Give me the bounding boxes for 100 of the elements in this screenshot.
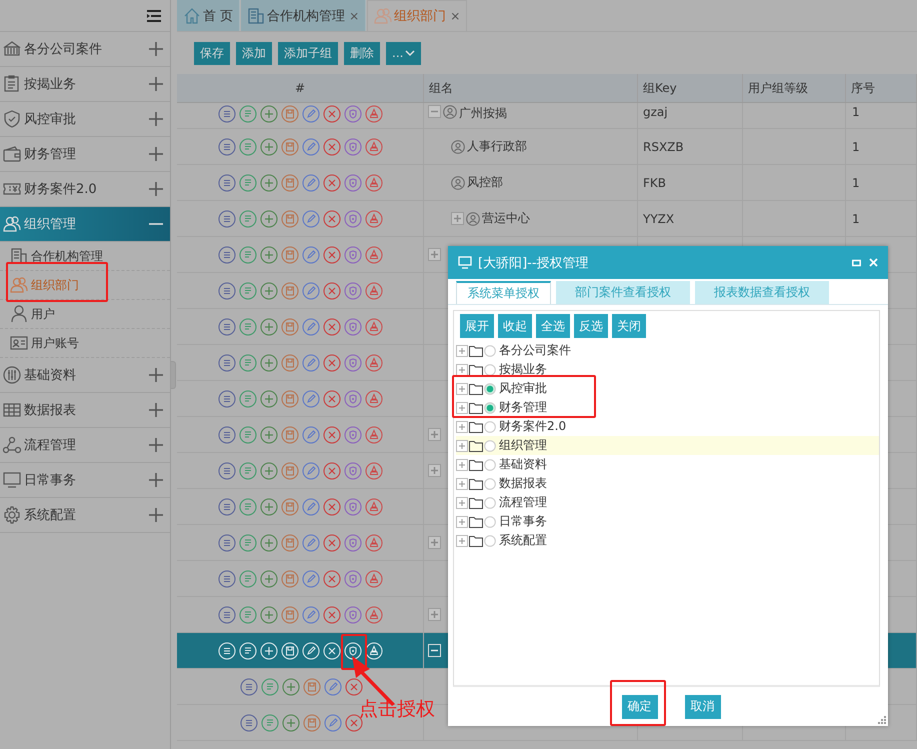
pencil-icon[interactable] [302, 426, 320, 444]
sidebar-subitem[interactable]: 用户 [0, 300, 170, 329]
sidebar-item[interactable]: 日常事务 [0, 463, 170, 498]
pencil-icon[interactable] [324, 714, 342, 732]
expand-icon[interactable] [428, 608, 441, 621]
shield-icon[interactable] [344, 138, 362, 156]
shield-icon[interactable] [344, 174, 362, 192]
list-icon[interactable] [218, 498, 236, 516]
cross-icon[interactable] [322, 570, 340, 588]
plus-icon[interactable] [260, 354, 278, 372]
tree-item[interactable]: 财务管理 [499, 399, 547, 416]
expand-icon[interactable] [456, 440, 468, 452]
menu-icon[interactable] [146, 8, 162, 22]
shield-icon[interactable] [344, 462, 362, 480]
plus-icon[interactable] [260, 570, 278, 588]
stamp-icon[interactable] [364, 210, 382, 228]
list-icon[interactable] [218, 282, 236, 300]
shield-icon[interactable] [344, 354, 362, 372]
shield-icon[interactable] [344, 534, 362, 552]
tree-item[interactable]: 流程管理 [499, 494, 547, 511]
list-icon[interactable] [218, 354, 236, 372]
stamp-icon[interactable] [364, 462, 382, 480]
cross-icon[interactable] [322, 534, 340, 552]
pencil-icon[interactable] [302, 138, 320, 156]
stamp-icon[interactable] [364, 354, 382, 372]
expand-icon[interactable] [456, 458, 468, 470]
list-icon[interactable] [218, 390, 236, 408]
sidebar-item[interactable]: 风控审批 [0, 102, 170, 137]
list-icon[interactable] [240, 714, 258, 732]
tree-item[interactable]: 财务案件2.0 [499, 418, 566, 435]
plus-icon[interactable] [282, 714, 300, 732]
radio-button[interactable] [484, 364, 496, 376]
pencil-icon[interactable] [302, 210, 320, 228]
tree-item[interactable]: 风控审批 [499, 380, 547, 397]
plus-icon[interactable] [260, 210, 278, 228]
plus-icon[interactable] [282, 678, 300, 696]
expand-icon[interactable] [148, 367, 164, 383]
tree-item[interactable]: 各分公司案件 [499, 342, 571, 359]
shield-icon[interactable] [344, 282, 362, 300]
radio-button[interactable] [484, 516, 496, 528]
sidebar-item[interactable]: 数据报表 [0, 393, 170, 428]
table-row[interactable]: 风控部 FKB 1 [177, 165, 917, 201]
pencil-icon[interactable] [302, 105, 320, 123]
cross-icon[interactable] [322, 498, 340, 516]
expand-icon[interactable] [148, 402, 164, 418]
radio-button[interactable] [484, 478, 496, 490]
plus-icon[interactable] [260, 138, 278, 156]
cross-icon[interactable] [322, 390, 340, 408]
column-header[interactable]: 用户组等级 [743, 74, 846, 102]
sidebar-item[interactable]: 组织管理 [0, 207, 170, 242]
tree-item[interactable]: 组织管理 [499, 437, 547, 454]
column-header[interactable]: 组名 [424, 74, 638, 102]
sidebar-subitem[interactable]: 合作机构管理 [0, 242, 170, 271]
stamp-icon[interactable] [364, 246, 382, 264]
list-icon[interactable] [218, 210, 236, 228]
shield-icon[interactable] [344, 105, 362, 123]
toolbar-button[interactable]: 添加 [236, 42, 272, 64]
expand-icon[interactable] [456, 420, 468, 432]
radio-button[interactable] [484, 458, 496, 470]
tree-item[interactable]: 日常事务 [499, 513, 547, 530]
close-tab-button[interactable]: × [349, 8, 360, 22]
shield-icon[interactable] [344, 390, 362, 408]
sidebar-item[interactable]: 基础资料 [0, 358, 170, 393]
pencil-icon[interactable] [302, 354, 320, 372]
expand-icon[interactable] [428, 536, 441, 549]
sidebar-item[interactable]: 流程管理 [0, 428, 170, 463]
cross-icon[interactable] [322, 138, 340, 156]
pencil-icon[interactable] [302, 534, 320, 552]
pencil-icon[interactable] [302, 462, 320, 480]
list-icon[interactable] [218, 534, 236, 552]
stamp-icon[interactable] [364, 390, 382, 408]
expand-icon[interactable] [456, 478, 468, 490]
cross-icon[interactable] [322, 606, 340, 624]
list-icon[interactable] [218, 318, 236, 336]
sidebar-subitem[interactable]: 用户账号 [0, 329, 170, 358]
list-icon[interactable] [218, 138, 236, 156]
stamp-icon[interactable] [364, 174, 382, 192]
stamp-icon[interactable] [364, 426, 382, 444]
table-row[interactable]: 营运中心 YYZX 1 [177, 201, 917, 237]
cross-icon[interactable] [322, 318, 340, 336]
resize-grip-icon[interactable] [878, 716, 886, 724]
sidebar-item[interactable]: 系统配置 [0, 498, 170, 533]
pencil-icon[interactable] [302, 390, 320, 408]
column-header[interactable]: 序号 [846, 74, 917, 102]
cross-icon[interactable] [322, 246, 340, 264]
column-header[interactable]: # [177, 74, 424, 102]
cross-icon[interactable] [322, 462, 340, 480]
shield-icon[interactable] [344, 498, 362, 516]
radio-button[interactable] [484, 534, 496, 546]
stamp-icon[interactable] [364, 570, 382, 588]
expand-icon[interactable] [456, 402, 468, 414]
splitter-handle[interactable] [171, 360, 176, 388]
expand-icon[interactable] [428, 248, 441, 261]
pencil-icon[interactable] [302, 282, 320, 300]
pencil-icon[interactable] [302, 498, 320, 516]
expand-icon[interactable] [456, 364, 468, 376]
close-icon[interactable] [869, 258, 878, 267]
column-header[interactable]: 组Key [638, 74, 743, 102]
highlighted-tree-row[interactable]: 组织管理 [456, 436, 879, 455]
cross-icon[interactable] [322, 354, 340, 372]
